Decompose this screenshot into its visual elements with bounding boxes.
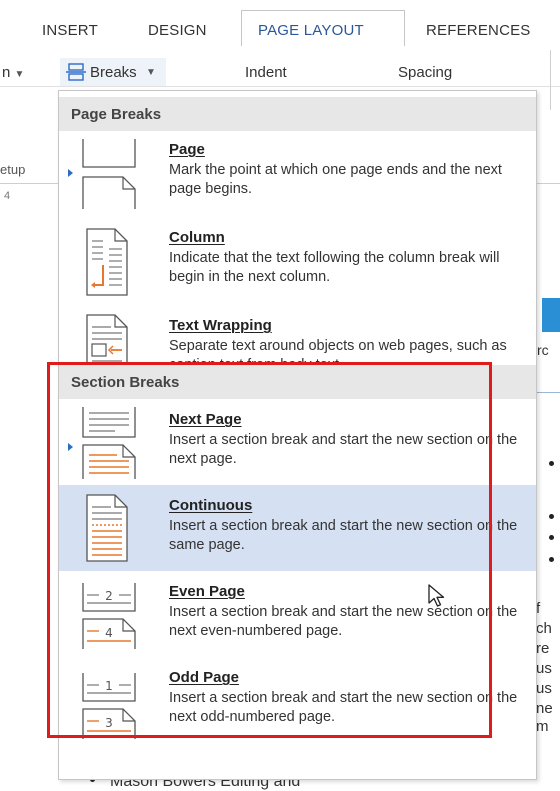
ruler-line-right xyxy=(535,183,560,184)
menu-item-description: Indicate that the text following the col… xyxy=(169,250,500,285)
ruler-line-left xyxy=(0,183,58,184)
mouse-cursor-icon xyxy=(427,583,449,614)
tab-page-layout[interactable]: PAGE LAYOUT xyxy=(258,22,364,39)
ribbon-tab-bar: INSERT DESIGN PAGE LAYOUT REFERENCES xyxy=(0,0,560,48)
background-bullet xyxy=(549,535,554,540)
background-text-fragment: us xyxy=(536,680,552,697)
menu-item-column[interactable]: Column Indicate that the text following … xyxy=(59,219,536,305)
background-text-fragment: m xyxy=(536,718,549,735)
tab-design[interactable]: DESIGN xyxy=(148,22,207,39)
background-text-fragment: us xyxy=(536,660,552,677)
menu-item-title: Page xyxy=(169,141,205,158)
menu-item-title: Column xyxy=(169,229,225,246)
spacing-label: Spacing xyxy=(398,64,453,81)
breaks-button[interactable]: Breaks ▼ xyxy=(60,58,166,86)
background-bullet xyxy=(549,514,554,519)
ribbon-group-label-fragment: etup xyxy=(0,162,26,177)
breaks-icon xyxy=(66,63,86,86)
background-divider xyxy=(535,392,560,393)
menu-item-description: Mark the point at which one page ends an… xyxy=(169,162,502,197)
background-text-fragment: ne xyxy=(536,700,553,717)
breaks-dropdown-icon: ▼ xyxy=(146,67,156,78)
ribbon-left-fragment[interactable]: n ▼ xyxy=(2,64,24,81)
background-heading-bar xyxy=(542,298,560,332)
background-text-fragment: ch xyxy=(536,620,552,637)
menu-item-title: Text Wrapping xyxy=(169,317,272,334)
page-break-icon xyxy=(79,137,139,216)
background-bullet xyxy=(549,557,554,562)
page-breaks-header: Page Breaks xyxy=(59,97,536,131)
background-text-fragment: rc xyxy=(537,342,549,358)
tab-references[interactable]: REFERENCES xyxy=(426,22,531,39)
background-text-fragment: re xyxy=(536,640,550,657)
tab-insert[interactable]: INSERT xyxy=(42,22,98,39)
indent-label: Indent xyxy=(245,64,287,81)
annotation-highlight-box xyxy=(47,362,492,738)
breaks-label: Breaks xyxy=(90,64,137,81)
background-bullet xyxy=(549,461,554,466)
menu-item-page[interactable]: Page Mark the point at which one page en… xyxy=(59,133,536,219)
column-break-icon xyxy=(79,227,139,302)
ruler-fragment: 4 xyxy=(4,190,11,202)
selection-marker-icon xyxy=(68,169,73,177)
ribbon-separator xyxy=(550,50,551,110)
